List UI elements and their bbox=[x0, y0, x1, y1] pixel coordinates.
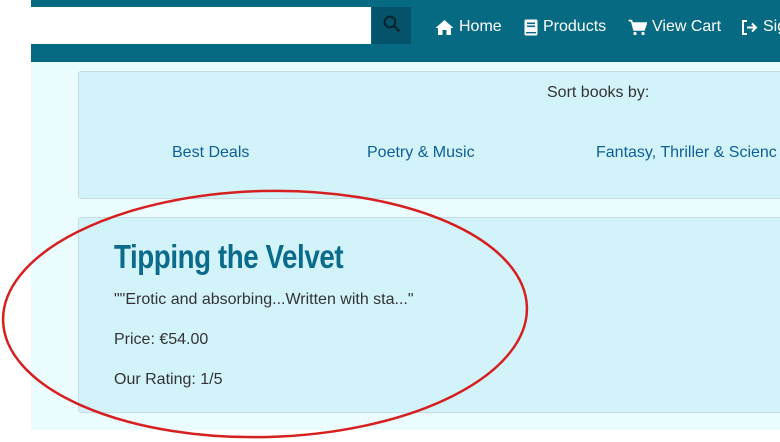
sort-link-best-deals[interactable]: Best Deals bbox=[172, 144, 249, 162]
main-content: Sort books by: Best Deals Poetry & Music… bbox=[31, 62, 780, 430]
nav-home[interactable]: Home bbox=[435, 16, 502, 38]
search-icon bbox=[383, 15, 400, 36]
book-title[interactable]: Tipping the Velvet bbox=[114, 238, 344, 276]
sort-link-poetry-music[interactable]: Poetry & Music bbox=[367, 144, 475, 162]
cart-icon bbox=[628, 19, 647, 36]
top-navbar: Home Products View Cart Si bbox=[31, 0, 780, 62]
search-input[interactable] bbox=[31, 7, 371, 44]
nav-sign-in-label: Sig bbox=[763, 18, 780, 35]
sign-in-icon bbox=[741, 19, 758, 36]
home-icon bbox=[435, 19, 454, 36]
nav-home-label: Home bbox=[459, 18, 502, 35]
sort-title: Sort books by: bbox=[547, 84, 650, 101]
book-card[interactable]: Tipping the Velvet ""Erotic and absorbin… bbox=[78, 217, 780, 413]
nav-products-label: Products bbox=[543, 18, 607, 35]
sort-link-fantasy-thriller-science[interactable]: Fantasy, Thriller & Scienc bbox=[596, 144, 777, 162]
book-icon bbox=[524, 19, 538, 36]
nav-products[interactable]: Products bbox=[524, 16, 606, 38]
page: Home Products View Cart Si Sort books by… bbox=[0, 0, 780, 442]
nav-view-cart-label: View Cart bbox=[652, 18, 722, 35]
search-button[interactable] bbox=[372, 7, 411, 44]
nav-sign-in[interactable]: Sig bbox=[741, 16, 780, 38]
nav-view-cart[interactable]: View Cart bbox=[628, 16, 721, 38]
sort-panel: Sort books by: Best Deals Poetry & Music… bbox=[78, 71, 780, 199]
book-price: Price: €54.00 bbox=[114, 331, 209, 348]
book-blurb: ""Erotic and absorbing...Written with st… bbox=[114, 291, 414, 308]
book-rating: Our Rating: 1/5 bbox=[114, 371, 223, 388]
